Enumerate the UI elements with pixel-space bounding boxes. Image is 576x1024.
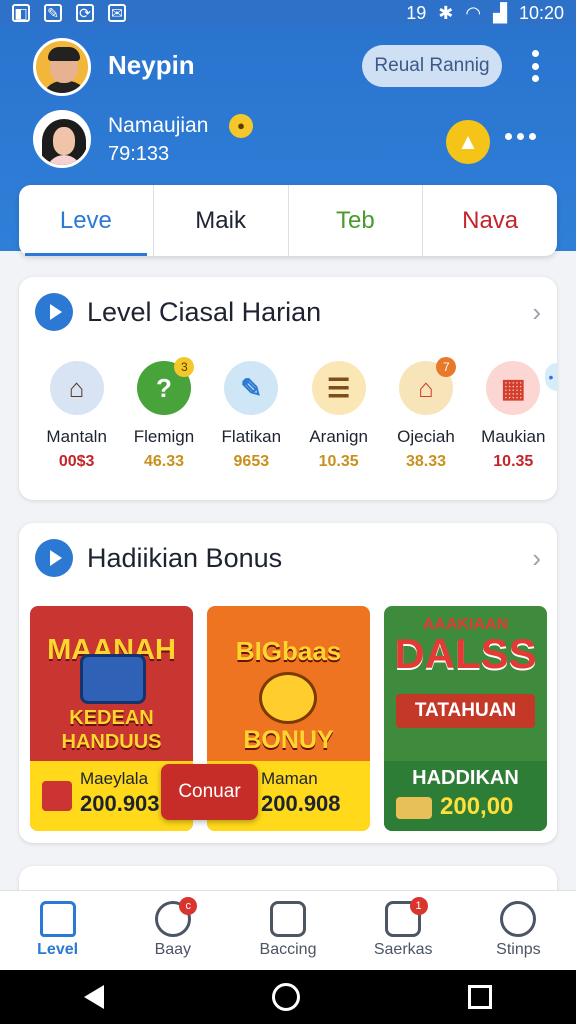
coin-icon: ● (229, 114, 253, 138)
bonus-footer-label: Maman (261, 769, 318, 788)
sync-notification-icon: ⟳ (76, 4, 94, 22)
avatar[interactable] (33, 38, 91, 96)
avatar-hair (48, 47, 80, 61)
nav-badge: c (179, 897, 198, 915)
recents-icon[interactable] (468, 985, 492, 1009)
bonus-subtitle: KEDEAN HANDUUS (61, 707, 162, 753)
calculator-icon: ▦ (486, 361, 541, 415)
more-options-icon[interactable] (505, 133, 536, 140)
level-item[interactable]: ⌂ Mantaln 00$3 (33, 361, 120, 471)
bottom-navigation: Level c Baay Baccing 1 Saerkas Stinps (0, 890, 576, 970)
gift-box-icon (42, 781, 72, 811)
nav-label: Baccing (259, 941, 317, 958)
cell-signal-icon: ▟ (493, 2, 507, 23)
level-item[interactable]: ✎ Flatikan 9653 (208, 361, 295, 471)
level-name: Flatikan (221, 427, 282, 446)
profile-icon (500, 901, 537, 937)
bonus-subtitle: BONUY (243, 726, 334, 754)
level-name: Aranign (309, 427, 368, 446)
level-value: 46.33 (143, 453, 185, 470)
cat-mascot-icon (259, 672, 317, 724)
gold-bar-icon (396, 797, 432, 819)
section-title: Hadiikian Bonus (87, 542, 283, 573)
tools-icon: ✎ (224, 361, 279, 415)
tab-teb[interactable]: Teb (289, 185, 424, 256)
bonus-amount: 200,00 (440, 793, 514, 820)
play-icon (35, 539, 73, 577)
signal-indicator: 19 (406, 2, 427, 23)
bonus-card: Hadiikian Bonus › MAANAH KEDEAN HANDUUS … (19, 523, 557, 843)
home-icon (39, 901, 76, 937)
nav-label: Stinps (496, 941, 541, 958)
bonus-amount: 200.908 (261, 791, 341, 816)
mail-notification-icon: ✉ (108, 4, 126, 22)
level-value: 10.35 (493, 453, 534, 470)
level-name: Mantaln (46, 427, 107, 446)
section-title: Level Ciasal Harian (87, 296, 322, 327)
nav-item-baay[interactable]: c Baay (115, 891, 230, 970)
notification-icons: ◧ ✎ ⟳ ✉ (12, 4, 126, 22)
bonus-subtitle: TATAHUAN (396, 694, 535, 728)
tab-bar: Leve Maik Teb Nava (19, 185, 557, 256)
level-item[interactable]: ? 3 Flemign 46.33 (120, 357, 207, 471)
level-name: Ojeciah (397, 427, 455, 446)
bluetooth-icon: ✱ (438, 2, 454, 23)
nav-label: Baay (154, 941, 192, 958)
level-name: Flemign (133, 427, 195, 446)
level-value: 38.33 (405, 453, 446, 470)
level-value: 10.35 (318, 453, 359, 470)
nav-item-level[interactable]: Level (0, 891, 115, 970)
grid-icon (270, 901, 306, 937)
daily-level-card: Level Ciasal Harian › ⌂ Mantaln 00$3? 3 Flem… (19, 277, 557, 500)
overflow-menu-icon[interactable] (530, 50, 540, 82)
app-notification-icon: ◧ (12, 4, 30, 22)
back-icon[interactable] (84, 985, 104, 1009)
ranking-button[interactable]: Reual Rannig (362, 45, 502, 87)
edit-notification-icon: ✎ (44, 4, 62, 22)
nav-item-saerkas[interactable]: 1 Saerkas (346, 891, 461, 970)
document-icon: ☰ (311, 361, 366, 415)
level-badge: 3 (174, 357, 195, 377)
user-name: Neypin (108, 50, 195, 80)
basket-icon: ⌂ (49, 361, 104, 415)
nav-item-baccing[interactable]: Baccing (230, 891, 345, 970)
level-value: 00$3 (58, 453, 95, 470)
system-navigation-bar (0, 970, 576, 1024)
level-item[interactable]: ▦ Maukian 10.35 (470, 361, 557, 471)
home-button-icon[interactable] (272, 983, 300, 1011)
bonus-amount: 200.903 (80, 791, 160, 816)
wallet-icon (80, 654, 146, 704)
chevron-right-icon[interactable]: › (532, 297, 541, 328)
bonus-footer-label: Maeylala (80, 769, 149, 788)
secondary-avatar[interactable] (33, 110, 91, 168)
user-count: 79:133 (108, 143, 170, 165)
tab-leve[interactable]: Leve (19, 185, 154, 256)
nav-badge: 1 (409, 897, 428, 915)
play-icon (35, 293, 73, 331)
bonus-footer-label: HADDIKAN (412, 767, 519, 789)
secondary-user-name: Namaujian (108, 114, 209, 137)
level-badge: 7 (436, 357, 457, 377)
wifi-icon: ◠ (465, 2, 482, 23)
status-bar: ◧ ✎ ⟳ ✉ 19 ✱ ◠ ▟ 10:20 (0, 0, 576, 26)
chevron-right-icon[interactable]: › (532, 543, 541, 574)
nav-item-stinps[interactable]: Stinps (461, 891, 576, 970)
clock: 10:20 (518, 2, 564, 23)
notification-bell-icon[interactable]: ▲ (446, 120, 490, 164)
level-list: ⌂ Mantaln 00$3? 3 Flemign 46.33 ✎ Flatikan 9653 ☰… (33, 357, 557, 471)
bonus-title: BIGbaas (235, 636, 342, 666)
avatar-face (53, 127, 75, 155)
nav-label: Level (37, 941, 79, 958)
nav-label: Saerkas (373, 941, 433, 958)
level-value: 9653 (233, 453, 270, 470)
tab-maik[interactable]: Maik (154, 185, 289, 256)
level-item[interactable]: ☰ Aranign 10.35 (295, 361, 382, 471)
level-name: Maukian (481, 427, 546, 446)
level-item[interactable]: ⌂ 7 Ojeciah 38.33 (382, 357, 469, 471)
tab-nava[interactable]: Nava (423, 185, 557, 256)
bonus-offer-card[interactable]: AAAKIAAN DALSS TATAHUAN HADDIKAN 200,00 (384, 606, 547, 831)
bonus-footer: HADDIKAN 200,00 (384, 761, 547, 831)
bonus-title: DALSS (394, 630, 537, 677)
continue-button[interactable]: Conuar (161, 764, 258, 820)
